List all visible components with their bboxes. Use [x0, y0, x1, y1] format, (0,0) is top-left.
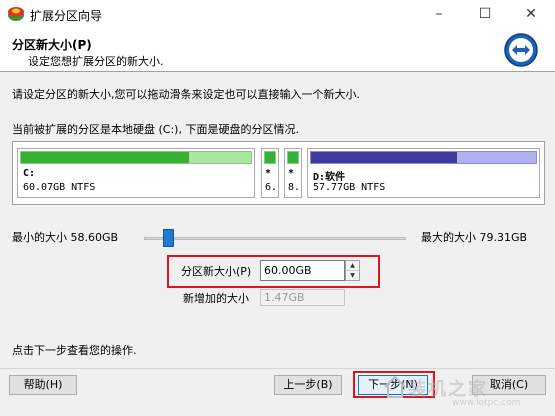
partition-unallocated-1[interactable]: * 6.	[261, 148, 279, 198]
usage-bar	[20, 151, 252, 164]
usage-bar	[310, 151, 537, 164]
back-button[interactable]: 上一步(B)	[274, 375, 342, 395]
spin-up-icon[interactable]: ▲	[346, 261, 359, 271]
usage-bar-fill	[21, 152, 189, 163]
house-logo-icon	[384, 375, 406, 398]
new-size-input[interactable]	[260, 260, 345, 281]
size-slider-thumb[interactable]	[163, 229, 174, 247]
app-icon	[8, 7, 24, 21]
maximize-button[interactable]: ☐	[462, 0, 508, 28]
partition-info: 6.	[265, 182, 278, 193]
usage-bar-fill	[288, 152, 298, 163]
usage-bar-fill	[311, 152, 458, 163]
page-title: 分区新大小(P)	[12, 38, 92, 52]
new-size-label: 分区新大小(P)	[181, 265, 252, 278]
wizard-content: 请设定分区的新大小,您可以拖动滑条来设定也可以直接输入一个新大小. 当前被扩展的…	[0, 72, 555, 372]
partition-info: 60.07GB NTFS	[23, 182, 96, 193]
size-slider-track[interactable]	[144, 237, 406, 240]
usage-bar-fill	[265, 152, 275, 163]
resize-arrows-icon	[504, 33, 538, 67]
partition-c[interactable]: C: 60.07GB NTFS	[17, 148, 255, 198]
title-bar: 扩展分区向导 – ☐ ✕	[0, 0, 555, 28]
usage-bar	[264, 151, 276, 164]
instruction-text: 请设定分区的新大小,您可以拖动滑条来设定也可以直接输入一个新大小.	[12, 88, 360, 101]
partition-d[interactable]: D:软件 57.77GB NTFS	[307, 148, 540, 198]
wizard-header: 分区新大小(P) 设定您想扩展分区的新大小.	[0, 28, 555, 72]
min-size-label: 最小的大小 58.60GB	[12, 231, 119, 244]
spin-down-icon[interactable]: ▼	[346, 271, 359, 281]
max-size-label: 最大的大小 79.31GB	[421, 231, 528, 244]
added-size-label: 新增加的大小	[183, 292, 249, 305]
footer-note: 点击下一步查看您的操作.	[12, 344, 137, 357]
partition-unallocated-2[interactable]: * 8.	[284, 148, 302, 198]
size-slider-row: 最小的大小 58.60GB 最大的大小 79.31GB	[0, 222, 555, 252]
page-subtitle: 设定您想扩展分区的新大小.	[28, 55, 164, 68]
partition-name: C:	[23, 168, 36, 179]
close-button[interactable]: ✕	[508, 0, 554, 28]
added-size-field: 1.47GB	[260, 289, 345, 306]
window-title: 扩展分区向导	[30, 9, 103, 23]
partition-info: 8.	[288, 182, 301, 193]
usage-bar	[287, 151, 299, 164]
help-button[interactable]: 帮助(H)	[9, 375, 77, 395]
partition-name: *	[265, 168, 272, 179]
partition-name: D:软件	[313, 172, 346, 183]
wizard-window: 扩展分区向导 – ☐ ✕ 分区新大小(P) 设定您想扩展分区的新大小. 请设定分…	[0, 0, 555, 416]
status-text: 当前被扩展的分区是本地硬盘 (C:), 下面是硬盘的分区情况.	[12, 123, 299, 136]
partition-info: 57.77GB NTFS	[313, 182, 386, 193]
disk-map: C: 60.07GB NTFS * 6. * 8. D:软件 57.77GB N…	[12, 141, 545, 205]
watermark-url: www.lotpc.com	[452, 398, 521, 408]
watermark: 装机之家 www.lotpc.com	[380, 372, 550, 412]
partition-name: *	[288, 168, 295, 179]
size-spinner[interactable]: ▲ ▼	[345, 260, 360, 281]
minimize-button[interactable]: –	[416, 0, 462, 28]
